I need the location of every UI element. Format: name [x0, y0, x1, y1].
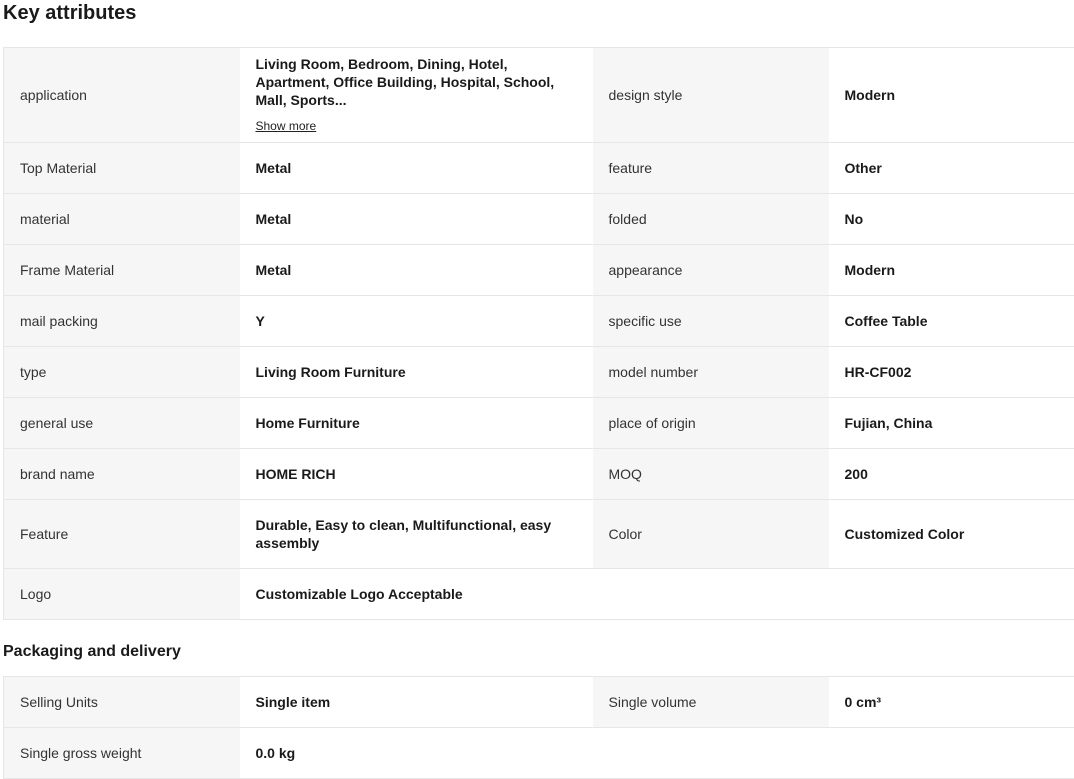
table-row: general use Home Furniture place of orig… [4, 398, 1074, 449]
application-value: Living Room, Bedroom, Dining, Hotel, Apa… [256, 55, 577, 109]
attr-key: Top Material [4, 143, 240, 194]
table-row: application Living Room, Bedroom, Dining… [4, 48, 1074, 143]
attr-key: place of origin [593, 398, 829, 449]
attr-value: Living Room, Bedroom, Dining, Hotel, Apa… [240, 48, 593, 143]
attr-value: Metal [240, 194, 593, 245]
table-row: Feature Durable, Easy to clean, Multifun… [4, 500, 1074, 569]
show-more-link[interactable]: Show more [256, 117, 317, 135]
attr-key: Feature [4, 500, 240, 569]
attr-key: MOQ [593, 449, 829, 500]
attr-value: Living Room Furniture [240, 347, 593, 398]
attr-value: Coffee Table [829, 296, 1074, 347]
attr-value: 0 cm³ [829, 677, 1074, 728]
attr-key: Color [593, 500, 829, 569]
attr-key: Logo [4, 569, 240, 620]
attr-key: Single gross weight [4, 728, 240, 779]
attr-value: Single item [240, 677, 593, 728]
attr-value: Customizable Logo Acceptable [240, 569, 593, 620]
attr-value: Metal [240, 245, 593, 296]
attr-key: material [4, 194, 240, 245]
attr-value: Y [240, 296, 593, 347]
attr-value: Metal [240, 143, 593, 194]
table-row: mail packing Y specific use Coffee Table [4, 296, 1074, 347]
packaging-table: Selling Units Single item Single volume … [3, 676, 1074, 779]
attr-key: appearance [593, 245, 829, 296]
attr-empty [829, 728, 1074, 779]
attr-empty [593, 569, 829, 620]
packaging-title: Packaging and delivery [3, 642, 181, 662]
attr-value: HOME RICH [240, 449, 593, 500]
attr-key: general use [4, 398, 240, 449]
attr-empty [829, 569, 1074, 620]
attr-value: HR-CF002 [829, 347, 1074, 398]
attr-value: Durable, Easy to clean, Multifunctional,… [240, 500, 593, 569]
attr-key: specific use [593, 296, 829, 347]
attr-key: model number [593, 347, 829, 398]
attr-value: Modern [829, 48, 1074, 143]
attr-empty [593, 728, 829, 779]
table-row: type Living Room Furniture model number … [4, 347, 1074, 398]
attr-key: design style [593, 48, 829, 143]
attr-key: feature [593, 143, 829, 194]
attr-value: Modern [829, 245, 1074, 296]
table-row: Selling Units Single item Single volume … [4, 677, 1074, 728]
attr-value: 0.0 kg [240, 728, 593, 779]
table-row: brand name HOME RICH MOQ 200 [4, 449, 1074, 500]
table-row: Logo Customizable Logo Acceptable [4, 569, 1074, 620]
key-attributes-table: application Living Room, Bedroom, Dining… [3, 47, 1074, 620]
attr-value: No [829, 194, 1074, 245]
key-attributes-title: Key attributes [3, 1, 136, 25]
attr-key: folded [593, 194, 829, 245]
attr-key: Single volume [593, 677, 829, 728]
attr-key: Frame Material [4, 245, 240, 296]
attr-value: Customized Color [829, 500, 1074, 569]
attr-value: Fujian, China [829, 398, 1074, 449]
attr-key: Selling Units [4, 677, 240, 728]
table-row: Top Material Metal feature Other [4, 143, 1074, 194]
attr-key: type [4, 347, 240, 398]
attr-value: Other [829, 143, 1074, 194]
attr-value: Home Furniture [240, 398, 593, 449]
table-row: Frame Material Metal appearance Modern [4, 245, 1074, 296]
attr-key: mail packing [4, 296, 240, 347]
attr-value: 200 [829, 449, 1074, 500]
attr-key: brand name [4, 449, 240, 500]
table-row: Single gross weight 0.0 kg [4, 728, 1074, 779]
attr-key: application [4, 48, 240, 143]
table-row: material Metal folded No [4, 194, 1074, 245]
